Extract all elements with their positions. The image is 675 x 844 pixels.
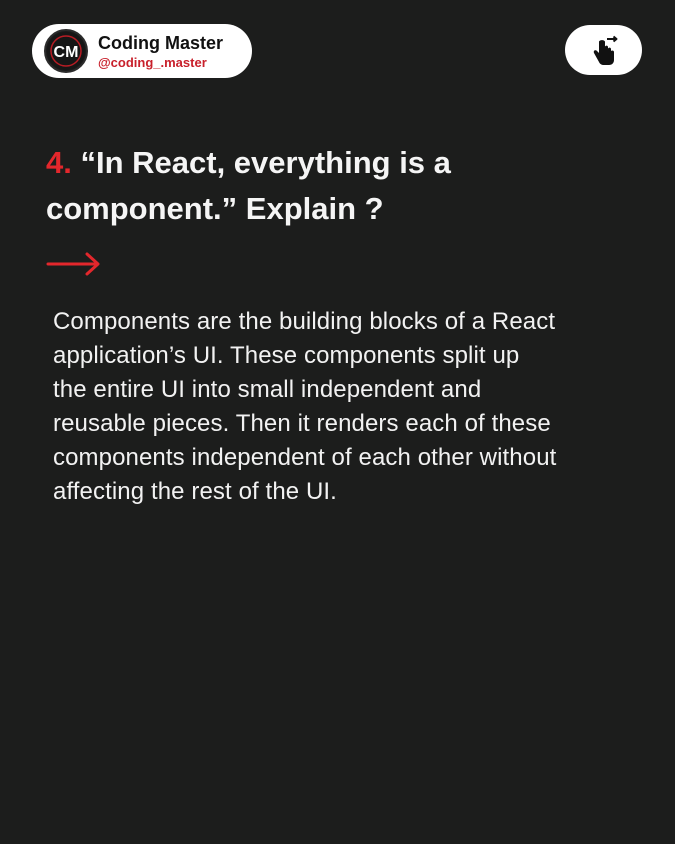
answer-line: application’s UI. These components split… (53, 342, 520, 369)
brand-logo-icon: CM (44, 29, 88, 73)
answer-line: components independent of each other wit… (53, 444, 557, 471)
question-number: 4. (46, 145, 72, 180)
answer-line: Components are the building blocks of a … (53, 308, 556, 335)
answer-line: the entire UI into small independent and (53, 376, 482, 403)
profile-name: Coding Master (98, 33, 224, 53)
avatar-initials: CM (54, 44, 79, 61)
right-arrow-icon (46, 252, 100, 276)
question-text-line1: “In React, everything is a (80, 145, 451, 180)
question-text-line2: component.” Explain ? (46, 191, 384, 226)
answer-line: reusable pieces. Then it renders each of… (53, 410, 551, 437)
profile-handle: @coding_.master (98, 55, 207, 70)
profile-badge[interactable]: CM Coding Master @coding_.master (32, 24, 252, 78)
answer-paragraph: Components are the building blocks of a … (53, 305, 653, 509)
answer-line: affecting the rest of the UI. (53, 478, 337, 505)
swipe-hand-icon (593, 35, 617, 65)
swipe-button[interactable] (565, 25, 642, 75)
question-heading: 4. “In React, everything is a component.… (46, 140, 646, 232)
